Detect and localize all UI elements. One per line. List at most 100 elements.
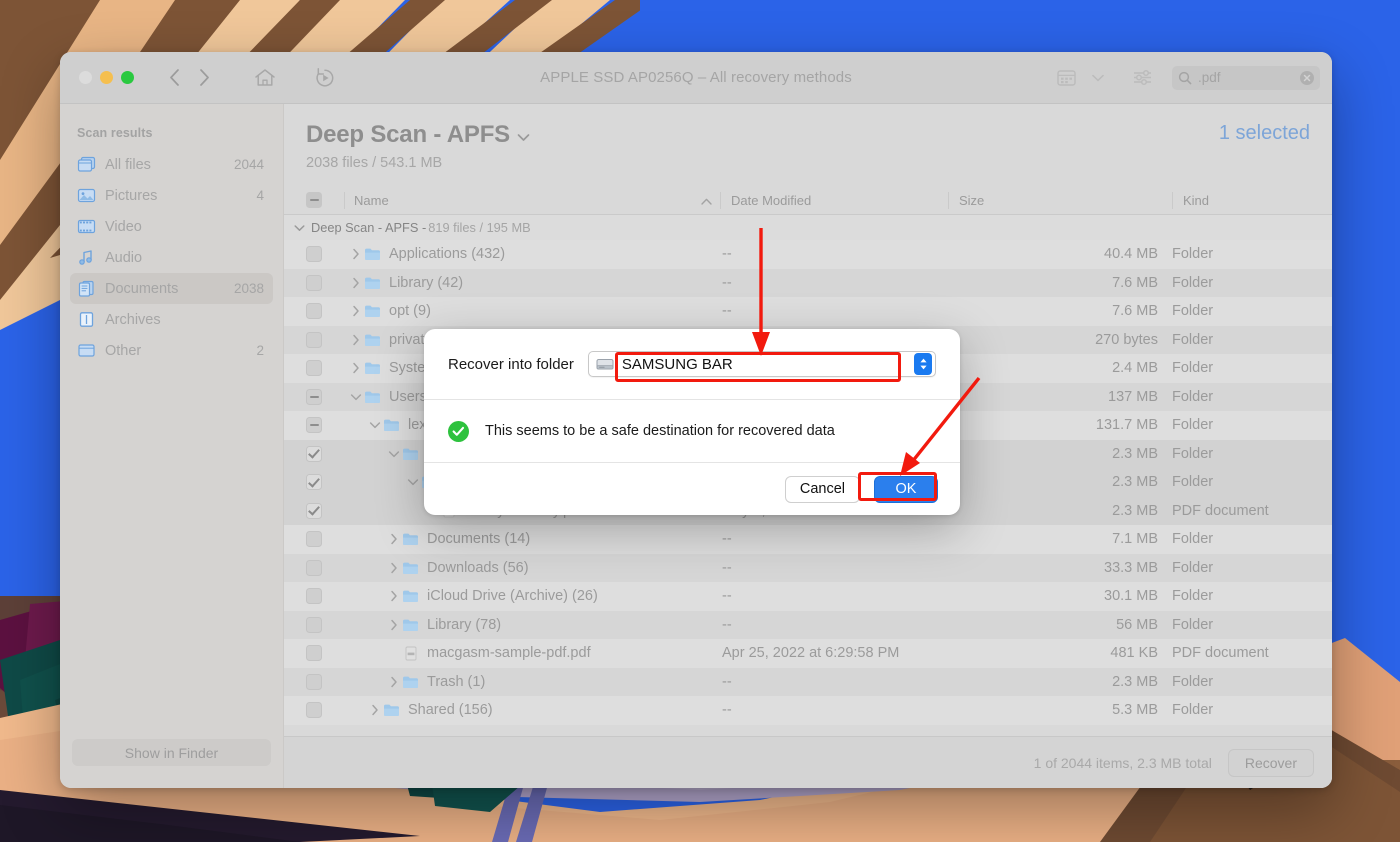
clear-search-icon[interactable] xyxy=(1300,71,1314,85)
row-checkbox[interactable] xyxy=(306,674,322,690)
destination-popup-button[interactable]: SAMSUNG BAR xyxy=(588,351,936,377)
twisty-right-icon[interactable] xyxy=(386,676,402,688)
sidebar-item-other[interactable]: Other 2 xyxy=(70,335,273,366)
column-header-date[interactable]: Date Modified xyxy=(720,192,948,209)
row-checkbox-cell[interactable] xyxy=(284,674,344,690)
table-row[interactable]: macgasm-sample-pdf.pdfApr 25, 2022 at 6:… xyxy=(284,639,1332,668)
row-checkbox-cell[interactable] xyxy=(284,246,344,262)
table-row[interactable]: opt (9)--7.6 MBFolder xyxy=(284,297,1332,326)
twisty-down-icon[interactable] xyxy=(386,450,402,458)
row-checkbox-cell[interactable] xyxy=(284,531,344,547)
row-checkbox[interactable] xyxy=(306,503,322,519)
sidebar-item-pictures[interactable]: Pictures 4 xyxy=(70,180,273,211)
recover-button[interactable]: Recover xyxy=(1228,749,1314,777)
row-checkbox[interactable] xyxy=(306,446,322,462)
sidebar-item-archives[interactable]: Archives xyxy=(70,304,273,335)
twisty-right-icon[interactable] xyxy=(386,619,402,631)
table-row[interactable]: Library (42)--7.6 MBFolder xyxy=(284,269,1332,298)
row-checkbox-cell[interactable] xyxy=(284,389,344,405)
table-row[interactable]: Shared (156)--5.3 MBFolder xyxy=(284,696,1332,725)
show-in-finder-button[interactable]: Show in Finder xyxy=(72,739,271,766)
twisty-right-icon[interactable] xyxy=(386,533,402,545)
column-header-kind[interactable]: Kind xyxy=(1172,192,1332,209)
row-checkbox[interactable] xyxy=(306,531,322,547)
row-name-cell[interactable]: Documents (14) xyxy=(344,531,720,547)
twisty-right-icon[interactable] xyxy=(348,305,364,317)
row-name-cell[interactable]: Shared (156) xyxy=(344,702,720,718)
row-name-cell[interactable]: macgasm-sample-pdf.pdf xyxy=(344,645,720,661)
title-chevron-down-icon[interactable] xyxy=(517,129,530,147)
row-checkbox-cell[interactable] xyxy=(284,332,344,348)
row-checkbox[interactable] xyxy=(306,389,322,405)
row-name-cell[interactable]: Library (42) xyxy=(344,275,720,291)
row-checkbox-cell[interactable] xyxy=(284,303,344,319)
sliders-icon[interactable] xyxy=(1128,65,1156,91)
sidebar-item-all-files[interactable]: All files 2044 xyxy=(70,149,273,180)
cancel-button[interactable]: Cancel xyxy=(785,476,860,503)
close-button[interactable] xyxy=(79,71,92,84)
row-checkbox-cell[interactable] xyxy=(284,417,344,433)
row-checkbox[interactable] xyxy=(306,332,322,348)
calendar-view-icon[interactable] xyxy=(1052,65,1080,91)
row-checkbox-cell[interactable] xyxy=(284,275,344,291)
sidebar-item-documents[interactable]: Documents 2038 xyxy=(70,273,273,304)
table-row[interactable]: Documents (14)--7.1 MBFolder xyxy=(284,525,1332,554)
row-checkbox-cell[interactable] xyxy=(284,617,344,633)
twisty-down-icon[interactable] xyxy=(405,478,421,486)
row-checkbox-cell[interactable] xyxy=(284,588,344,604)
sidebar-item-video[interactable]: Video xyxy=(70,211,273,242)
row-checkbox[interactable] xyxy=(306,645,322,661)
row-checkbox[interactable] xyxy=(306,246,322,262)
row-checkbox[interactable] xyxy=(306,474,322,490)
maximize-button[interactable] xyxy=(121,71,134,84)
row-name-cell[interactable]: Applications (432) xyxy=(344,246,720,262)
search-input[interactable]: .pdf xyxy=(1198,70,1294,85)
replay-icon[interactable] xyxy=(311,64,339,92)
row-checkbox[interactable] xyxy=(306,417,322,433)
row-checkbox[interactable] xyxy=(306,702,322,718)
twisty-down-icon[interactable] xyxy=(367,421,383,429)
twisty-right-icon[interactable] xyxy=(348,334,364,346)
row-checkbox[interactable] xyxy=(306,560,322,576)
row-checkbox[interactable] xyxy=(306,360,322,376)
table-row[interactable]: iCloud Drive (Archive) (26)--30.1 MBFold… xyxy=(284,582,1332,611)
row-checkbox[interactable] xyxy=(306,303,322,319)
row-name-cell[interactable]: iCloud Drive (Archive) (26) xyxy=(344,588,720,604)
search-field[interactable]: .pdf xyxy=(1172,66,1320,90)
twisty-right-icon[interactable] xyxy=(348,277,364,289)
select-all-checkbox[interactable] xyxy=(284,192,344,208)
row-name-cell[interactable]: Library (78) xyxy=(344,617,720,633)
row-name-cell[interactable]: Trash (1) xyxy=(344,674,720,690)
twisty-right-icon[interactable] xyxy=(348,248,364,260)
group-row[interactable]: Deep Scan - APFS - 819 files / 195 MB xyxy=(284,215,1332,240)
row-checkbox-cell[interactable] xyxy=(284,446,344,462)
twisty-down-icon[interactable] xyxy=(348,393,364,401)
row-checkbox-cell[interactable] xyxy=(284,503,344,519)
row-checkbox-cell[interactable] xyxy=(284,360,344,376)
table-row[interactable]: Downloads (56)--33.3 MBFolder xyxy=(284,554,1332,583)
twisty-right-icon[interactable] xyxy=(386,562,402,574)
row-checkbox-cell[interactable] xyxy=(284,560,344,576)
column-header-size[interactable]: Size xyxy=(948,192,1172,209)
chevron-down-icon[interactable] xyxy=(1084,65,1112,91)
row-name-cell[interactable]: Downloads (56) xyxy=(344,560,720,576)
ok-button[interactable]: OK xyxy=(874,476,938,503)
table-row[interactable]: Library (78)--56 MBFolder xyxy=(284,611,1332,640)
popup-stepper-icon[interactable] xyxy=(914,353,932,375)
group-twisty-down-icon[interactable] xyxy=(294,224,305,232)
column-header-name[interactable]: Name xyxy=(344,192,720,209)
row-checkbox[interactable] xyxy=(306,588,322,604)
back-icon[interactable] xyxy=(161,65,187,91)
row-checkbox[interactable] xyxy=(306,275,322,291)
twisty-right-icon[interactable] xyxy=(386,590,402,602)
row-name-cell[interactable]: opt (9) xyxy=(344,303,720,319)
sidebar-item-audio[interactable]: Audio xyxy=(70,242,273,273)
twisty-right-icon[interactable] xyxy=(367,704,383,716)
row-checkbox-cell[interactable] xyxy=(284,702,344,718)
twisty-right-icon[interactable] xyxy=(348,362,364,374)
minimize-button[interactable] xyxy=(100,71,113,84)
row-checkbox[interactable] xyxy=(306,617,322,633)
home-icon[interactable] xyxy=(251,64,279,92)
row-checkbox-cell[interactable] xyxy=(284,645,344,661)
table-row[interactable]: Applications (432)--40.4 MBFolder xyxy=(284,240,1332,269)
